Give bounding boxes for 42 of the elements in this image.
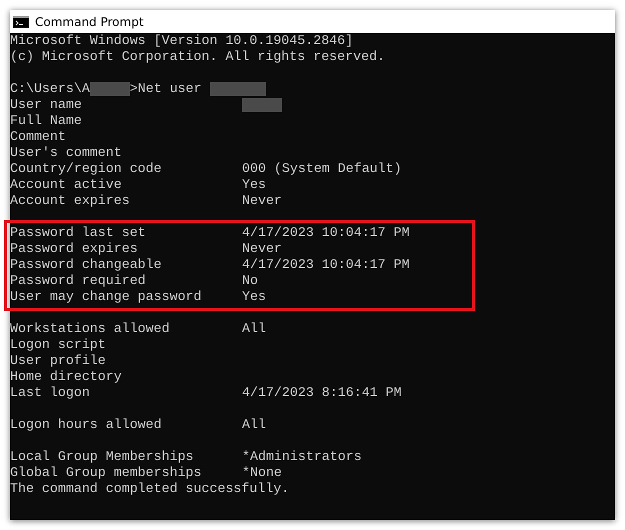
field-value: Never bbox=[242, 241, 282, 257]
field-label: Password required bbox=[10, 273, 147, 289]
field-value: *None bbox=[242, 465, 282, 481]
window-title: Command Prompt bbox=[35, 14, 144, 28]
field-label: Logon hours allowed bbox=[10, 417, 163, 433]
field-label: Password last set bbox=[10, 225, 147, 241]
field-label: Last logon bbox=[10, 385, 91, 401]
field-label: User name bbox=[10, 97, 83, 113]
field-label: Comment bbox=[10, 129, 67, 145]
field-label: User may change password bbox=[10, 289, 203, 305]
prompt-path: C:\Users\A bbox=[10, 81, 90, 97]
field-label: Country/region code bbox=[10, 161, 163, 177]
field-value: 000 (System Default) bbox=[242, 161, 402, 177]
field-label: User profile bbox=[10, 353, 107, 369]
console-icon bbox=[13, 16, 29, 28]
field-label: Home directory bbox=[10, 369, 123, 385]
field-value: Never bbox=[242, 193, 282, 209]
field-label: Global Group memberships bbox=[10, 465, 203, 481]
field-value: 4/17/2023 10:04:17 PM bbox=[242, 257, 410, 273]
console-text: The command completed successfully. bbox=[10, 481, 290, 497]
redacted-block bbox=[90, 82, 130, 96]
console-text: (c) Microsoft Corporation. All rights reserved. bbox=[10, 49, 386, 65]
field-label: Password changeable bbox=[10, 257, 163, 273]
field-value: All bbox=[242, 321, 266, 337]
field-label: Full Name bbox=[10, 113, 83, 129]
field-label: Workstations allowed bbox=[10, 321, 171, 337]
field-label: Logon script bbox=[10, 337, 107, 353]
field-value: Yes bbox=[242, 289, 266, 305]
field-value: 4/17/2023 10:04:17 PM bbox=[242, 225, 410, 241]
field-label: Password expires bbox=[10, 241, 139, 257]
field-value: 4/17/2023 8:16:41 PM bbox=[242, 385, 402, 401]
field-label: Account active bbox=[10, 177, 123, 193]
field-label: Local Group Memberships bbox=[10, 449, 195, 465]
field-label: Account expires bbox=[10, 193, 131, 209]
field-value: No bbox=[242, 273, 258, 289]
field-value: Yes bbox=[242, 177, 266, 193]
redacted-block bbox=[210, 82, 266, 96]
console-text: Microsoft Windows [Version 10.0.19045.2846] bbox=[10, 33, 354, 49]
field-label: User's comment bbox=[10, 145, 123, 161]
field-value: All bbox=[242, 417, 266, 433]
field-value: *Administrators bbox=[242, 449, 362, 465]
console-command: >Net user bbox=[130, 81, 202, 97]
